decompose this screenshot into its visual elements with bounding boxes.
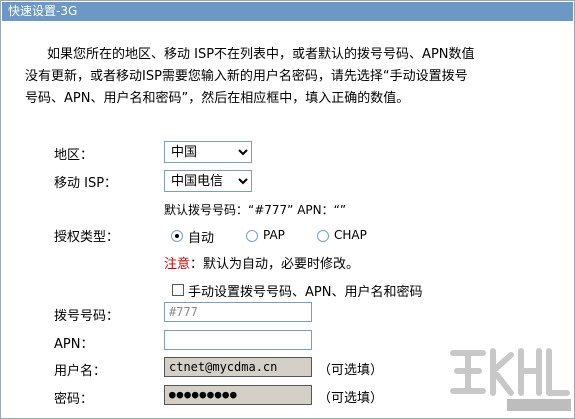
- apn-input[interactable]: [164, 330, 312, 350]
- password-input[interactable]: ●●●●●●●●●: [164, 385, 312, 405]
- intro-line-3: 号码、APN、用户名和密码”，然后在相应框中，填入正确的数值。: [25, 91, 410, 106]
- region-label: 地区：: [54, 148, 94, 163]
- dial-number-placeholder: #777: [169, 305, 198, 319]
- auth-note: 注意：默认为自动，必要时修改。: [164, 253, 359, 272]
- password-label: 密码：: [54, 392, 94, 407]
- username-input[interactable]: ctnet@mycdma.cn: [164, 357, 312, 377]
- isp-select[interactable]: 中国电信: [164, 170, 252, 192]
- intro-line-2: 没有更新，或者移动ISP需要您输入新的用户名密码，请先选择“手动设置拨号: [25, 69, 468, 84]
- dial-number-label: 拨号号码：: [54, 309, 120, 324]
- auth-option-auto-label: 自动: [188, 231, 215, 246]
- username-optional-hint: （可选填）: [318, 363, 384, 378]
- auth-option-chap-label: CHAP: [334, 228, 367, 242]
- auth-radio-pap[interactable]: [246, 230, 258, 242]
- site-watermark-logo: [450, 348, 571, 411]
- region-select[interactable]: 中国: [164, 141, 252, 163]
- quick-setup-3g-panel: 快速设置-3G 如果您所在的地区、移动 ISP不在列表中，或者默认的拨号号码、A…: [0, 0, 575, 419]
- auth-radio-chap[interactable]: [317, 230, 329, 242]
- manual-setup-label: 手动设置拨号号码、APN、用户名和密码: [188, 285, 423, 300]
- auth-radio-auto[interactable]: [171, 230, 183, 242]
- default-dial-info: 默认拨号号码：“#777” APN：“”: [164, 203, 347, 217]
- auth-note-text: ：默认为自动，必要时修改。: [190, 257, 360, 272]
- manual-setup-checkbox[interactable]: [172, 284, 184, 296]
- apn-label: APN：: [54, 337, 94, 352]
- auth-option-pap-label: PAP: [263, 228, 285, 242]
- window-title: 快速设置-3G: [2, 2, 573, 21]
- intro-line-1: 如果您所在的地区、移动 ISP不在列表中，或者默认的拨号号码、APN数值: [47, 47, 475, 62]
- auth-type-label: 授权类型：: [54, 230, 120, 245]
- dial-number-input[interactable]: #777: [164, 302, 312, 322]
- password-optional-hint: （可选填）: [318, 391, 384, 406]
- isp-label: 移动 ISP：: [54, 176, 118, 191]
- username-label: 用户名：: [54, 364, 107, 379]
- auth-note-prefix: 注意: [164, 257, 191, 272]
